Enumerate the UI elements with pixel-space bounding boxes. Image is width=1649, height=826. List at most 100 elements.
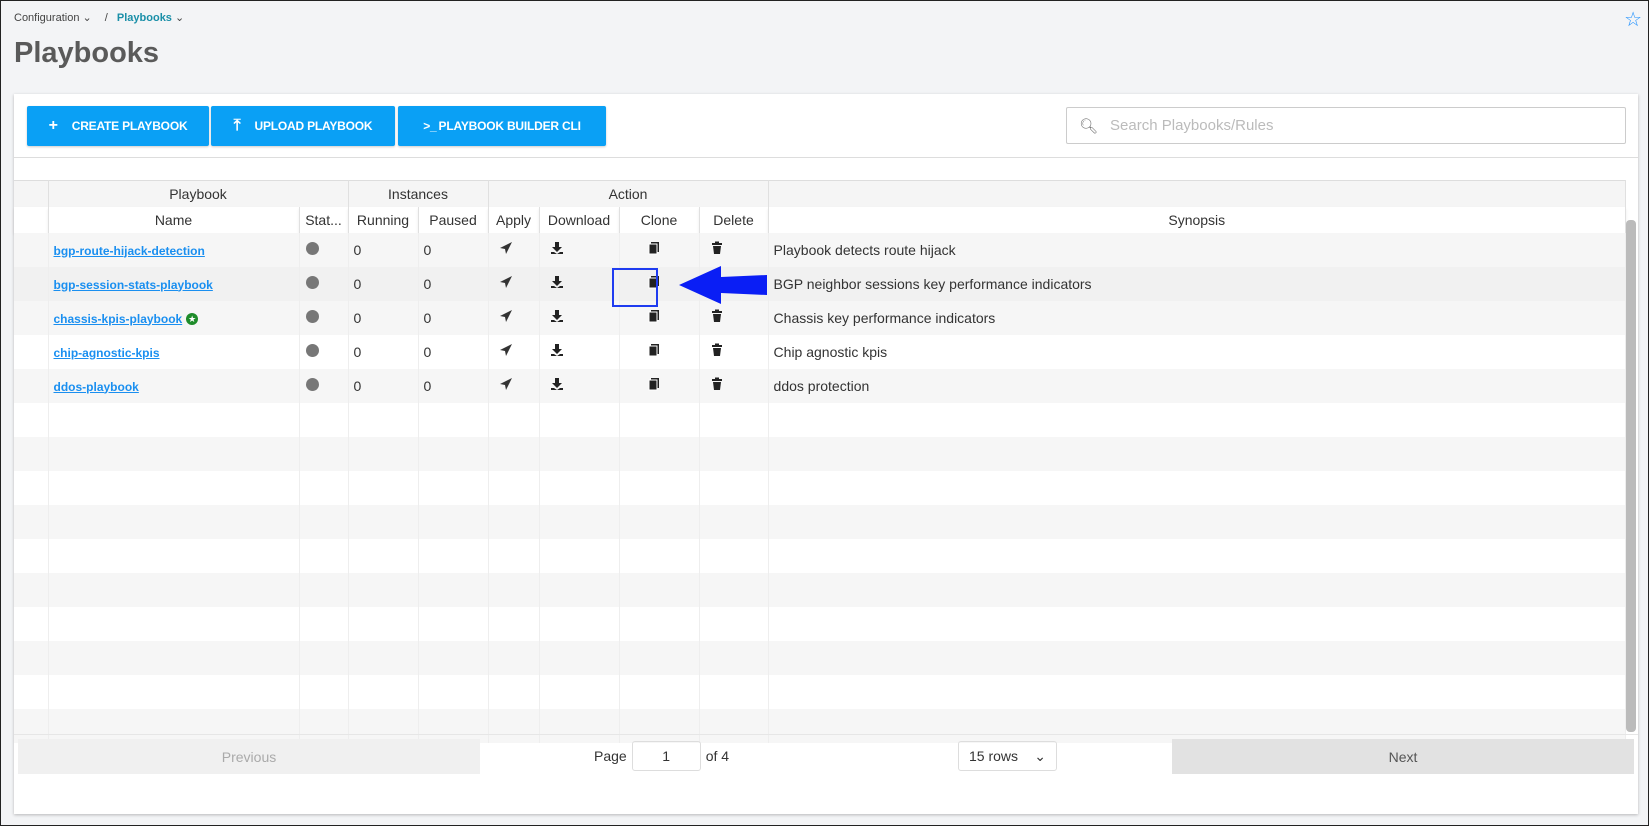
column-header-download[interactable]: Download (539, 206, 620, 233)
clone-highlight-box (612, 268, 658, 307)
delete-icon[interactable] (710, 343, 724, 360)
chevron-down-icon[interactable]: ⌄ (83, 12, 92, 24)
breadcrumb-configuration[interactable]: Configuration (14, 12, 79, 24)
clone-icon[interactable] (647, 309, 661, 326)
playbook-builder-cli-label: PLAYBOOK BUILDER CLI (438, 119, 581, 133)
breadcrumb-separator: / (104, 12, 108, 24)
synopsis-cell: Playbook detects route hijack (768, 232, 1627, 267)
running-cell: 0 (348, 300, 419, 335)
apply-icon[interactable] (499, 275, 513, 292)
page-total: of 4 (705, 748, 730, 764)
download-icon[interactable] (550, 309, 564, 326)
download-icon[interactable] (550, 275, 564, 292)
status-cell (299, 232, 349, 267)
table-row[interactable]: bgp-session-stats-playbook 0 0 BGP neigh… (14, 266, 1627, 301)
running-cell: 0 (348, 266, 419, 301)
running-cell: 0 (348, 334, 419, 369)
paused-cell: 0 (418, 368, 489, 403)
status-dot-icon (305, 377, 319, 391)
column-header-running[interactable]: Running (348, 206, 419, 233)
empty-row (14, 572, 1627, 607)
column-header-paused[interactable]: Paused (418, 206, 489, 233)
upload-playbook-label: UPLOAD PLAYBOOK (254, 119, 373, 133)
plus-icon: + (48, 117, 58, 134)
group-header-empty (768, 180, 1627, 207)
clone-icon[interactable] (647, 343, 661, 360)
select-cell[interactable] (14, 368, 49, 403)
page-number-input[interactable]: 1 (631, 741, 701, 771)
apply-icon[interactable] (499, 309, 513, 326)
name-cell: bgp-route-hijack-detection (48, 232, 300, 267)
paused-cell: 0 (418, 300, 489, 335)
group-header-instances: Instances (348, 180, 489, 207)
empty-row (14, 470, 1627, 505)
table-row[interactable]: chip-agnostic-kpis 0 0 Chip agnostic kpi… (14, 334, 1627, 369)
table-row[interactable]: chassis-kpis-playbook ★ 0 0 Chassis key p… (14, 300, 1627, 335)
chevron-down-icon: ⌄ (1034, 747, 1046, 764)
column-header-apply[interactable]: Apply (488, 206, 540, 233)
select-cell[interactable] (14, 266, 49, 301)
apply-icon[interactable] (499, 241, 513, 258)
apply-icon[interactable] (499, 377, 513, 394)
download-icon[interactable] (550, 343, 564, 360)
previous-button[interactable]: Previous (18, 739, 480, 774)
select-cell[interactable] (14, 232, 49, 267)
running-cell: 0 (348, 368, 419, 403)
breadcrumb-playbooks[interactable]: Playbooks (117, 12, 172, 24)
chevron-down-icon[interactable]: ⌄ (175, 12, 184, 24)
status-cell (299, 368, 349, 403)
search-icon: 🔍︎ (1079, 117, 1099, 135)
playbook-link[interactable]: chip-agnostic-kpis (54, 346, 160, 360)
rows-per-page-value: 15 rows (969, 748, 1019, 764)
upload-icon: ⤒ (233, 117, 241, 134)
next-button[interactable]: Next (1172, 739, 1634, 774)
column-header-clone[interactable]: Clone (619, 206, 700, 233)
name-cell: ddos-playbook (48, 368, 300, 403)
delete-icon[interactable] (710, 377, 724, 394)
select-header (14, 180, 49, 207)
playbooks-card: + CREATE PLAYBOOK ⤒ UPLOAD PLAYBOOK >_ PLAY… (14, 94, 1638, 814)
name-cell: chip-agnostic-kpis (48, 334, 300, 369)
create-playbook-button[interactable]: + CREATE PLAYBOOK (27, 106, 209, 146)
vertical-scrollbar[interactable] (1626, 220, 1636, 732)
download-icon[interactable] (550, 377, 564, 394)
playbook-link[interactable]: chassis-kpis-playbook (54, 312, 183, 326)
favorite-star-icon[interactable]: ☆ (1624, 7, 1642, 32)
column-header-status[interactable]: Stat... (299, 206, 349, 233)
table-row[interactable]: ddos-playbook 0 0 ddos protection (14, 368, 1627, 403)
status-cell (299, 266, 349, 301)
search-placeholder: Search Playbooks/Rules (1110, 117, 1274, 134)
download-icon[interactable] (550, 241, 564, 258)
playbook-link[interactable]: bgp-session-stats-playbook (54, 278, 213, 292)
clone-icon[interactable] (647, 241, 661, 258)
search-input[interactable]: 🔍︎ Search Playbooks/Rules (1066, 107, 1626, 144)
delete-icon[interactable] (710, 309, 724, 326)
status-cell (299, 334, 349, 369)
page-label: Page (594, 748, 627, 764)
synopsis-cell: ddos protection (768, 368, 1627, 403)
playbook-link[interactable]: ddos-playbook (54, 380, 139, 394)
select-col (14, 206, 49, 233)
upload-playbook-button[interactable]: ⤒ UPLOAD PLAYBOOK (211, 106, 395, 146)
column-header-synopsis[interactable]: Synopsis (768, 206, 1627, 233)
playbook-builder-cli-button[interactable]: >_ PLAYBOOK BUILDER CLI (398, 106, 606, 146)
page-indicator: Page 1 of 4 (594, 741, 729, 771)
select-cell[interactable] (14, 300, 49, 335)
terminal-icon: >_ (423, 119, 437, 133)
paused-cell: 0 (418, 266, 489, 301)
delete-icon[interactable] (710, 241, 724, 258)
column-header-name[interactable]: Name (48, 206, 300, 233)
rows-per-page-select[interactable]: 15 rows ⌄ (958, 741, 1057, 771)
empty-row (14, 402, 1627, 437)
status-cell (299, 300, 349, 335)
synopsis-cell: Chassis key performance indicators (768, 300, 1627, 335)
table-row[interactable]: bgp-route-hijack-detection 0 0 Playbook … (14, 232, 1627, 267)
apply-icon[interactable] (499, 343, 513, 360)
select-cell[interactable] (14, 334, 49, 369)
create-playbook-label: CREATE PLAYBOOK (71, 119, 188, 133)
clone-icon[interactable] (647, 377, 661, 394)
column-header-delete[interactable]: Delete (699, 206, 769, 233)
empty-row (14, 504, 1627, 539)
playbook-link[interactable]: bgp-route-hijack-detection (54, 244, 205, 258)
group-header-action: Action (488, 180, 769, 207)
